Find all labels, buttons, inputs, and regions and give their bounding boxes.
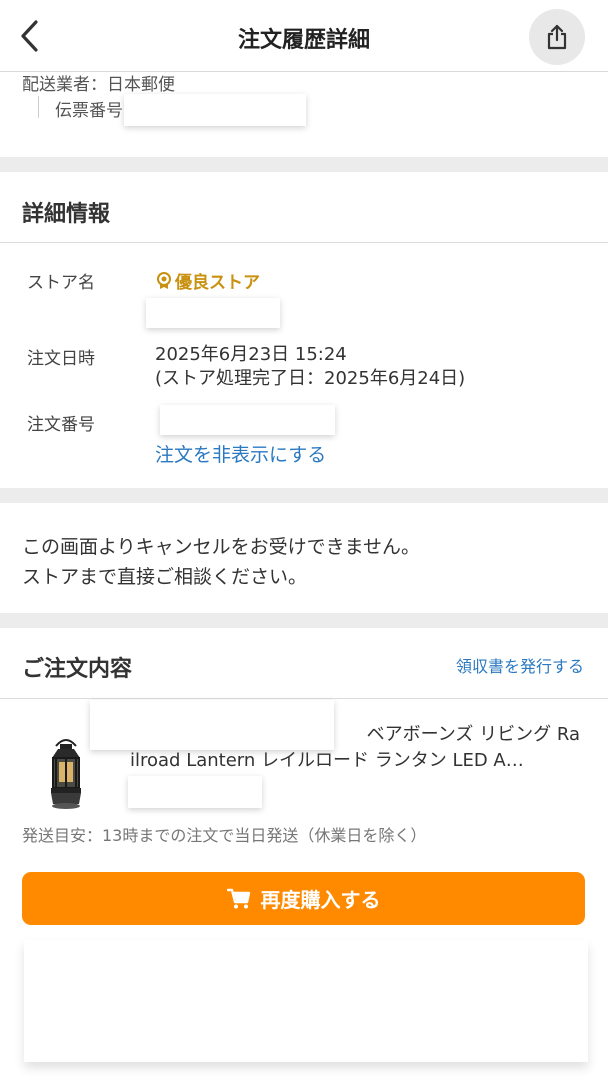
top-nav-bar: 注文履歴詳細 <box>0 0 608 72</box>
shipping-estimate: 発送目安：13時までの注文で当日発送（休業日を除く） <box>22 826 427 845</box>
order-contents-title: ご注文内容 <box>22 657 133 682</box>
page-title: 注文履歴詳細 <box>237 28 370 53</box>
processed-date-value: (ストア処理完了日：2025年6月24日) <box>155 368 466 389</box>
redaction-box <box>160 405 335 435</box>
section-gap <box>0 613 608 628</box>
section-gap <box>0 157 608 172</box>
store-name-label: ストア名 <box>27 273 95 293</box>
redaction-box <box>128 776 262 808</box>
notice-line: この画面よりキャンセルをお受けできません。 <box>22 536 421 558</box>
order-date-label: 注文日時 <box>27 349 95 369</box>
slip-number-label: 伝票番号 <box>55 101 123 121</box>
hide-order-link[interactable]: 注文を非表示にする <box>155 440 326 467</box>
buy-again-label: 再度購入する <box>260 888 381 912</box>
product-name[interactable]: ベアボーンズ リビング Ra ilroad Lantern レイルロード ランタ… <box>130 722 582 774</box>
issue-receipt-link[interactable]: 領収書を発行する <box>456 653 584 677</box>
redaction-box <box>146 298 280 328</box>
notice-line: ストアまで直接ご相談ください。 <box>22 566 308 588</box>
order-number-label: 注文番号 <box>27 415 95 435</box>
redaction-box <box>124 94 306 126</box>
divider <box>0 242 608 243</box>
share-icon <box>547 24 567 50</box>
carrier-text: 配送業者：日本郵便 <box>22 75 175 95</box>
medal-icon <box>157 271 171 289</box>
product-name-line: ベアボーンズ リビング Ra <box>366 724 580 745</box>
redaction-box <box>24 940 588 1062</box>
buy-again-button[interactable]: 再度購入する <box>22 872 585 925</box>
cancel-notice: この画面よりキャンセルをお受けできません。 ストアまで直接ご相談ください。 <box>22 532 420 592</box>
product-image[interactable] <box>42 736 90 812</box>
section-gap <box>0 488 608 503</box>
store-badge-label: 優良ストア <box>175 273 260 293</box>
product-name-line: ilroad Lantern レイルロード ランタン LED A… <box>130 750 524 771</box>
cart-icon <box>226 888 250 908</box>
share-button[interactable] <box>529 9 585 65</box>
order-date-value: 2025年6月23日 15:24 <box>155 344 347 365</box>
divider <box>38 96 39 118</box>
store-badge: 優良ストア <box>155 268 260 293</box>
divider <box>0 698 608 699</box>
details-section-title: 詳細情報 <box>22 202 111 227</box>
